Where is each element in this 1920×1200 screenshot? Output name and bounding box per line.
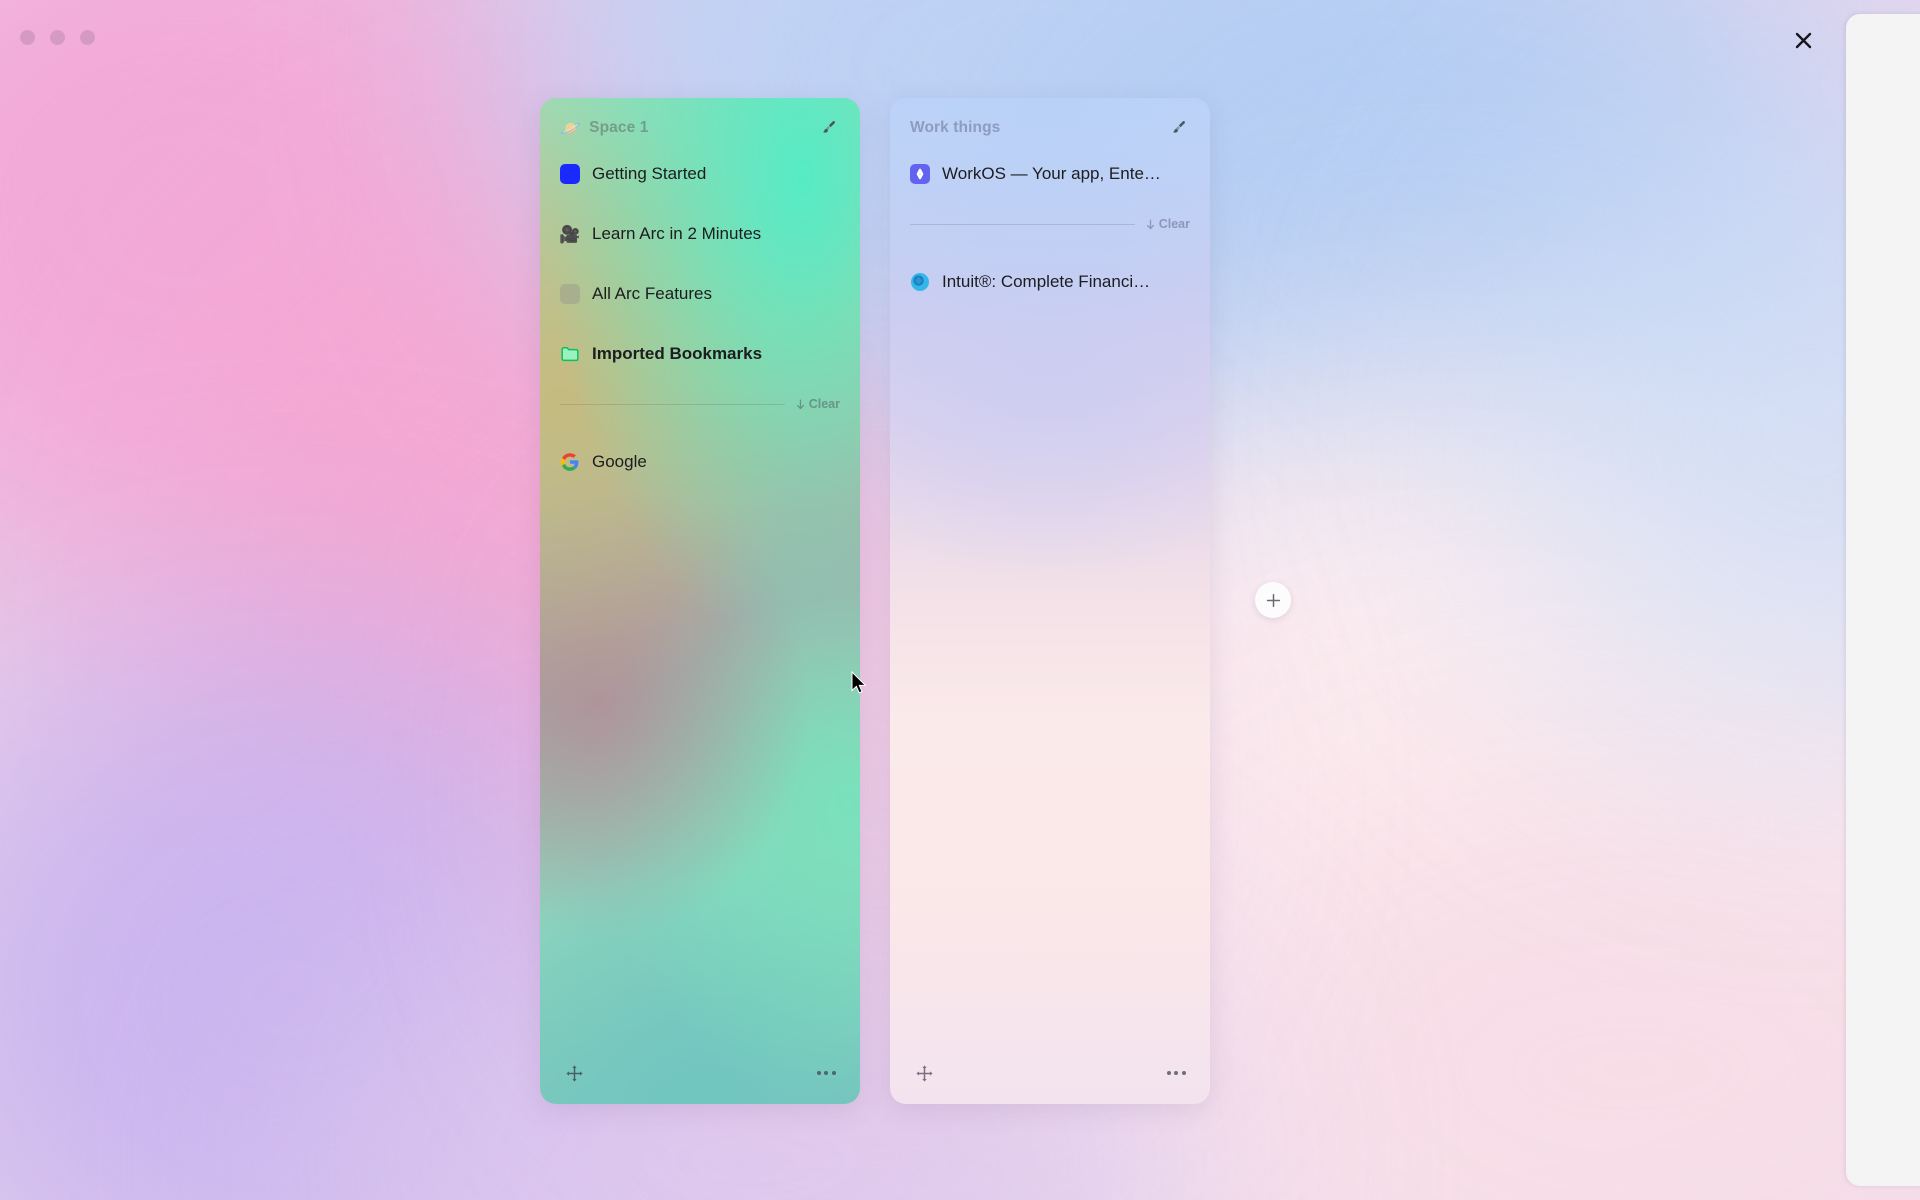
divider-line [910,223,1135,225]
pinned-item-workos[interactable]: WorkOS — Your app, Ente… [906,154,1194,194]
window-minimize-button[interactable] [50,30,65,45]
more-options-icon [1166,1071,1186,1075]
space-card-1-tabs-list: Google [540,430,860,482]
close-icon [1795,32,1811,48]
intuit-favicon-icon [910,272,930,292]
grey-square-favicon-icon [560,284,580,304]
move-space-handle[interactable] [562,1061,586,1085]
tab-item-label: Intuit®: Complete Financi… [942,272,1151,291]
pinned-item-label: Getting Started [592,164,707,183]
clear-tabs-button[interactable]: Clear [795,397,840,411]
pinned-item-label: Imported Bookmarks [592,344,763,363]
divider-line [560,403,785,405]
window-traffic-lights [20,30,95,45]
blue-square-favicon-icon [560,164,580,184]
mouse-cursor [851,670,868,701]
space-card-2[interactable]: Work things WorkOS — Your app, Ente… Cle… [890,98,1210,1104]
add-space-button[interactable] [1255,582,1291,618]
google-favicon-icon [560,452,580,472]
pinned-item-learn-arc[interactable]: 🎥 Learn Arc in 2 Minutes [556,214,844,254]
move-handle-icon [915,1064,933,1082]
space-card-1-divider: Clear [540,394,860,414]
tab-item-intuit[interactable]: Intuit®: Complete Financi… [906,262,1194,302]
arc-spaces-overview: 🪐 Space 1 Getting Started 🎥 Learn Arc in… [0,0,1920,1200]
space-title: Work things [910,119,1001,136]
clear-tabs-button[interactable]: Clear [1145,217,1190,231]
arrow-down-icon [1146,219,1154,229]
browser-content-panel [1846,14,1920,1186]
more-options-icon [816,1071,836,1075]
folder-icon [560,344,580,364]
window-close-button[interactable] [20,30,35,45]
tab-item-label: Google [592,452,647,471]
space-card-2-header: Work things [890,98,1210,142]
pinned-item-getting-started[interactable]: Getting Started [556,154,844,194]
space-card-2-tabs-list: Intuit®: Complete Financi… [890,250,1210,302]
space-more-options-button[interactable] [814,1061,838,1085]
pinned-item-label: Learn Arc in 2 Minutes [592,224,762,243]
clear-label: Clear [808,397,840,411]
space-card-1[interactable]: 🪐 Space 1 Getting Started 🎥 Learn Arc in… [540,98,860,1104]
space-card-1-pinned-list: Getting Started 🎥 Learn Arc in 2 Minutes… [540,142,860,374]
pinned-item-label: WorkOS — Your app, Ente… [942,164,1161,183]
close-overview-button[interactable] [1788,25,1818,55]
clear-label: Clear [1158,217,1190,231]
move-handle-icon [565,1064,583,1082]
pinned-item-all-arc-features[interactable]: All Arc Features [556,274,844,314]
edit-space-theme-button[interactable] [1168,117,1190,139]
space-emoji-icon: 🪐 [560,118,582,138]
space-card-2-divider: Clear [890,214,1210,234]
tab-item-google[interactable]: Google [556,442,844,482]
workos-favicon-icon [910,164,930,184]
space-card-2-pinned-list: WorkOS — Your app, Ente… [890,142,1210,194]
space-card-2-footer [890,1042,1210,1104]
space-card-1-footer [540,1042,860,1104]
arrow-down-icon [796,399,804,409]
space-more-options-button[interactable] [1164,1061,1188,1085]
pinned-item-imported-bookmarks[interactable]: Imported Bookmarks [556,334,844,374]
movie-camera-icon: 🎥 [559,224,581,244]
edit-space-theme-button[interactable] [818,117,840,139]
window-maximize-button[interactable] [80,30,95,45]
plus-icon [1266,593,1280,607]
paintbrush-icon [1173,121,1185,133]
paintbrush-icon [823,121,835,133]
pinned-item-label: All Arc Features [592,284,712,303]
space-card-1-header: 🪐 Space 1 [540,98,860,142]
space-title: Space 1 [589,119,649,136]
move-space-handle[interactable] [912,1061,936,1085]
